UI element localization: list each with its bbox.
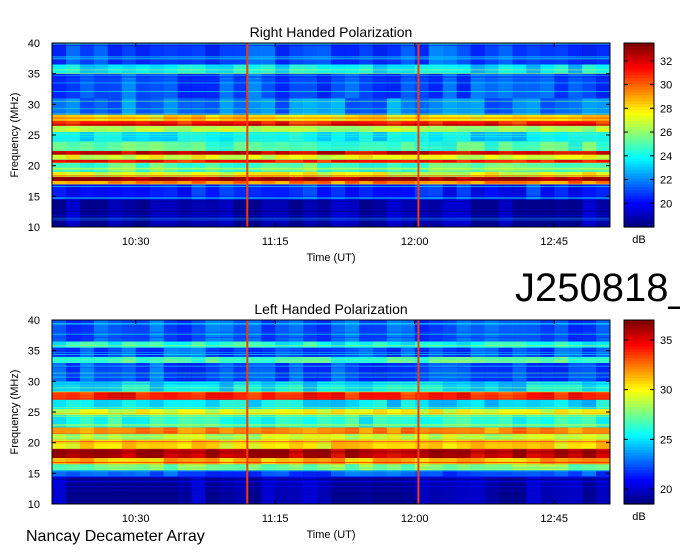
x-axis-label: Time (UT) xyxy=(306,252,355,264)
spectrum-band xyxy=(52,125,610,132)
x-tick-label: 11:15 xyxy=(262,513,289,525)
spectrum-band xyxy=(52,356,610,363)
heatmap-image xyxy=(52,320,610,504)
y-tick-label: 40 xyxy=(28,38,40,50)
x-tick-label: 12:45 xyxy=(540,236,568,248)
panel-title: Left Handed Polarization xyxy=(254,301,407,317)
spectrum-band xyxy=(52,408,610,416)
spectrum-band xyxy=(52,458,610,465)
spectrum-band xyxy=(52,448,610,458)
x-tick-label: 12:45 xyxy=(540,513,568,525)
colorbar-tick-label: 32 xyxy=(660,56,672,68)
spectrum-band xyxy=(52,171,610,177)
x-tick-label: 12:00 xyxy=(401,236,429,248)
spectrum-band xyxy=(52,362,610,382)
colorbar: 20 25 30 35 dB xyxy=(623,319,672,523)
x-tick-label: 11:15 xyxy=(262,236,289,248)
y-tick-label: 35 xyxy=(28,346,40,358)
spectrum-band xyxy=(52,439,610,449)
y-tick-label: 25 xyxy=(28,407,40,419)
spectrum-band xyxy=(52,131,610,142)
spectrum-band xyxy=(52,141,610,151)
observation-file-id: J250818_1 xyxy=(515,266,680,310)
x-tick-label: 10:30 xyxy=(122,513,150,525)
y-axis-label: Frequency (MHz) xyxy=(9,370,21,455)
spectrum-band xyxy=(52,347,610,357)
spectrum-band xyxy=(52,476,610,504)
spectrum-panel-1: Right Handed Polarization 10 15 20 25 30 35 40 1… xyxy=(9,24,672,264)
spectrum-band xyxy=(52,470,610,478)
x-axis-label: Time (UT) xyxy=(306,529,355,541)
y-tick-label: 15 xyxy=(28,468,40,480)
spectrum-band xyxy=(52,181,610,185)
spectrum-band xyxy=(52,184,610,200)
colorbar: 20 22 24 26 28 30 32 dB xyxy=(623,42,672,246)
spectrum-band xyxy=(52,391,610,400)
y-tick-label: 20 xyxy=(28,161,40,173)
spectrum-band xyxy=(52,120,610,126)
colorbar-tick-label: 35 xyxy=(660,335,672,347)
y-tick-label: 40 xyxy=(28,315,40,327)
panel-title: Right Handed Polarization xyxy=(250,24,413,40)
spectrum-panel-2: Left Handed Polarization 10 15 20 25 30 35 40 10… xyxy=(9,301,672,541)
spectrum-band xyxy=(52,73,610,99)
y-tick-label: 30 xyxy=(28,376,40,388)
colorbar-tick-label: 20 xyxy=(660,198,672,210)
colorbar-tick-label: 25 xyxy=(660,434,672,446)
y-tick-label: 25 xyxy=(28,130,40,142)
spectrum-band xyxy=(52,433,610,441)
spectrum-band xyxy=(52,154,610,160)
x-tick-label: 12:00 xyxy=(401,513,429,525)
colorbar-tick-label: 26 xyxy=(660,127,672,139)
spectrum-band xyxy=(52,199,610,227)
spectrum-band xyxy=(52,176,610,181)
spectrum-band xyxy=(52,381,610,393)
colorbar-tick-label: 30 xyxy=(660,385,672,397)
colorbar-tick-label: 30 xyxy=(660,80,672,92)
x-tick-label: 10:30 xyxy=(122,236,150,248)
spectrum-band xyxy=(52,427,610,435)
colorbar-unit-label: dB xyxy=(632,511,645,523)
spectrum-band xyxy=(52,162,610,172)
footer-observatory-name: Nancay Decameter Array xyxy=(26,528,205,545)
colorbar-tick-label: 28 xyxy=(660,103,672,115)
colorbar-tick-label: 20 xyxy=(660,484,672,496)
y-tick-label: 35 xyxy=(28,69,40,81)
y-tick-label: 10 xyxy=(28,499,40,511)
spectrum-band xyxy=(52,399,610,410)
spectrum-band xyxy=(52,464,610,471)
y-tick-label: 30 xyxy=(28,99,40,111)
spectrum-band xyxy=(52,159,610,164)
y-tick-label: 10 xyxy=(28,222,40,234)
spectrum-band xyxy=(52,114,610,122)
colorbar-tick-label: 22 xyxy=(660,175,672,187)
colorbar-tick-label: 24 xyxy=(660,151,672,163)
heatmap-image xyxy=(52,43,610,227)
spectrum-band xyxy=(52,64,610,74)
y-tick-label: 20 xyxy=(28,438,40,450)
spectrum-band xyxy=(52,341,610,348)
spectrum-band xyxy=(52,415,610,428)
y-axis-label: Frequency (MHz) xyxy=(9,93,21,178)
spectrum-band xyxy=(52,98,610,115)
y-tick-label: 15 xyxy=(28,191,40,203)
colorbar-unit-label: dB xyxy=(632,234,645,246)
spectrum-band xyxy=(52,150,610,155)
